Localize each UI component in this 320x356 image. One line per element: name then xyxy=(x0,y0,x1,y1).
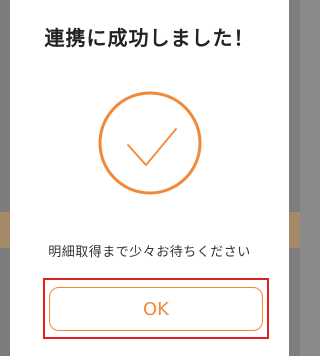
dialog-message: 明細取得まで少々お待ちください xyxy=(48,245,251,260)
success-dialog: 連携に成功しました！ 明細取得まで少々お待ちください OK xyxy=(10,0,289,356)
ok-button[interactable]: OK xyxy=(49,287,263,331)
dialog-title: 連携に成功しました！ xyxy=(44,26,255,50)
check-circle-icon xyxy=(98,91,202,195)
